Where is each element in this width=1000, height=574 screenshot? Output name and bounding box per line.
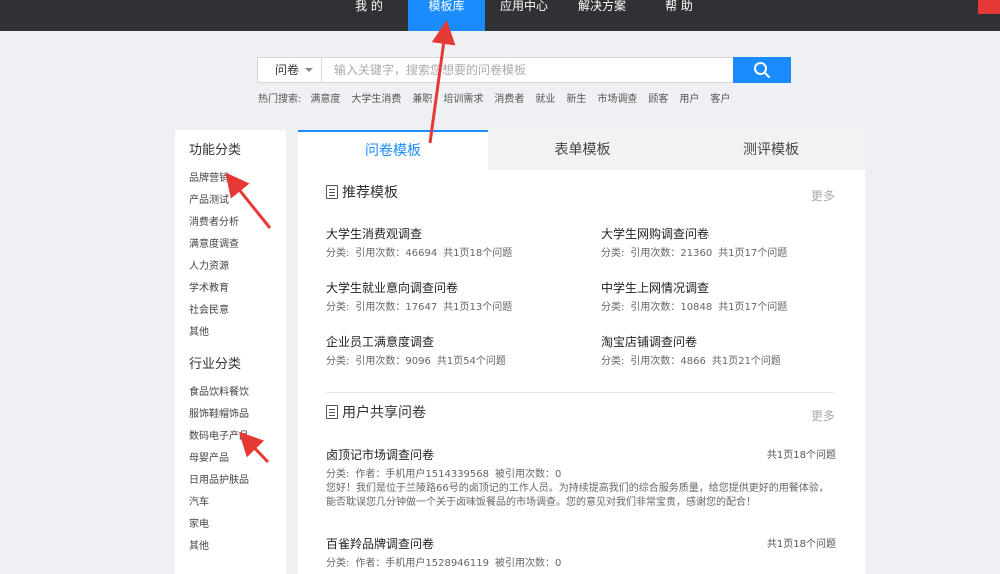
annotation-arrow bbox=[428, 20, 456, 144]
annotation-arrows bbox=[225, 20, 456, 464]
annotation-arrow bbox=[225, 172, 272, 229]
annotation-arrow bbox=[238, 431, 270, 464]
